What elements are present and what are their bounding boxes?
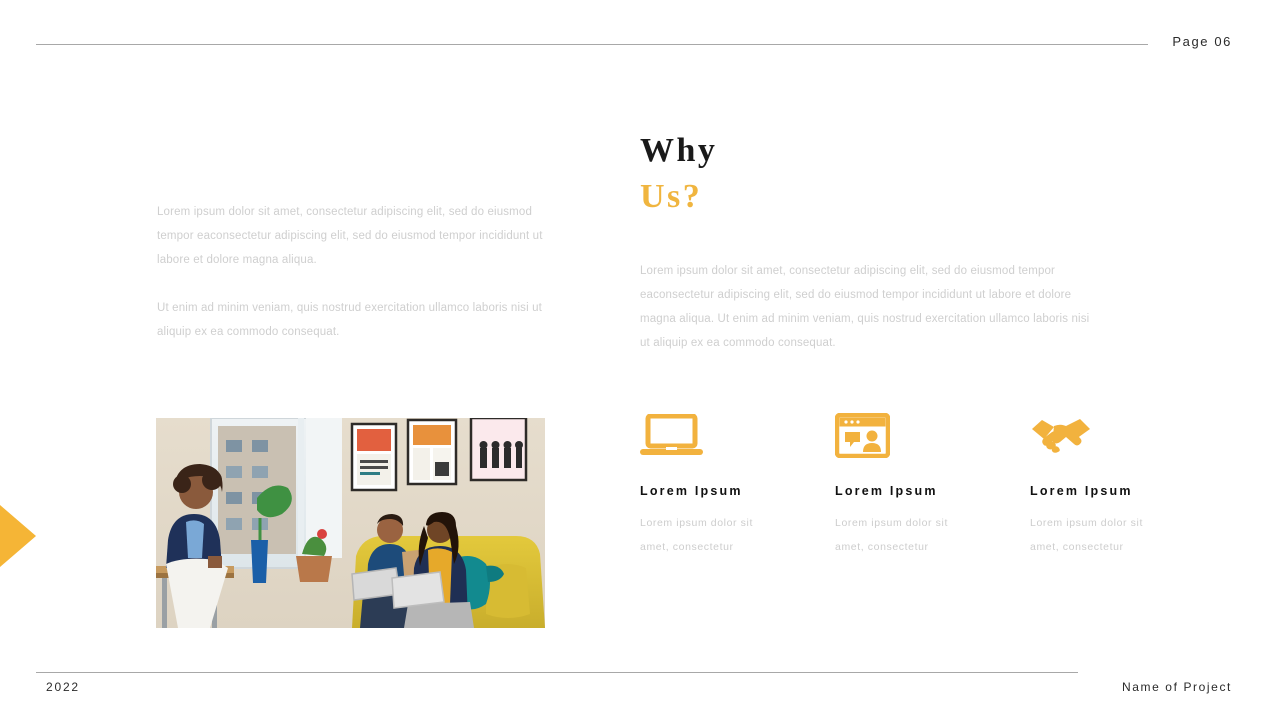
feature-item-3: Lorem Ipsum Lorem ipsum dolor sit amet, … <box>1030 412 1170 559</box>
page-title-line1: Why <box>640 132 718 169</box>
handshake-icon <box>1030 412 1170 458</box>
header-divider <box>36 44 1148 45</box>
feature-caption-2: Lorem ipsum dolor sit amet, consectetur <box>835 517 948 553</box>
page-title-line2: Us? <box>640 178 703 215</box>
footer-year: 2022 <box>46 680 80 694</box>
laptop-icon <box>640 412 835 458</box>
feature-item-2: Lorem Ipsum Lorem ipsum dolor sit amet, … <box>835 412 1030 559</box>
feature-title-2: Lorem Ipsum <box>835 484 938 498</box>
page-number: Page 06 <box>1172 34 1232 49</box>
page-title: Why Us? <box>640 128 717 220</box>
footer-divider <box>36 672 1078 673</box>
feature-caption-3: Lorem ipsum dolor sit amet, consectetur <box>1030 517 1143 553</box>
triangle-arrow-icon <box>0 505 36 567</box>
office-team-photo <box>156 418 545 628</box>
feature-item-1: Lorem Ipsum Lorem ipsum dolor sit amet, … <box>640 412 835 559</box>
left-text-block: Lorem ipsum dolor sit amet, consectetur … <box>157 200 547 344</box>
left-paragraph-2: Ut enim ad minim veniam, quis nostrud ex… <box>157 302 543 338</box>
feature-title-3: Lorem Ipsum <box>1030 484 1133 498</box>
left-paragraph-1: Lorem ipsum dolor sit amet, consectetur … <box>157 206 543 266</box>
right-paragraph: Lorem ipsum dolor sit amet, consectetur … <box>640 265 1090 349</box>
feature-title-1: Lorem Ipsum <box>640 484 743 498</box>
feature-caption-1: Lorem ipsum dolor sit amet, consectetur <box>640 517 753 553</box>
slide-why-us: Page 06 Lorem ipsum dolor sit amet, cons… <box>0 0 1280 720</box>
photo-illustration <box>156 418 545 628</box>
feature-list: Lorem Ipsum Lorem ipsum dolor sit amet, … <box>640 412 1170 559</box>
footer-project-name: Name of Project <box>1121 680 1232 694</box>
video-call-window-icon <box>835 412 1030 458</box>
